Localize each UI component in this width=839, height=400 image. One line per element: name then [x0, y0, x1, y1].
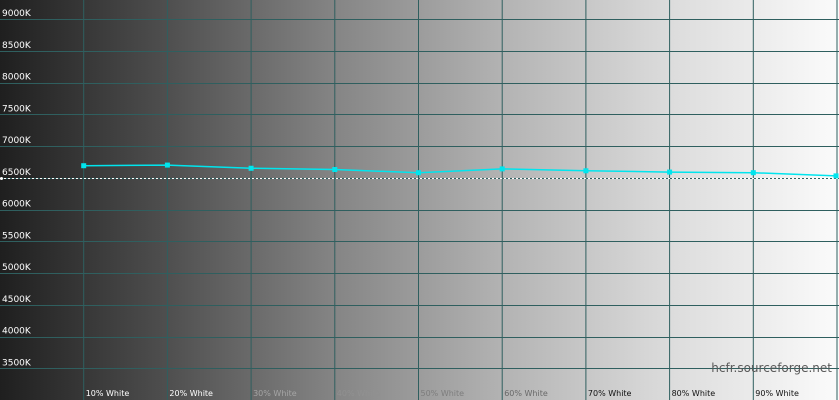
- y-tick-label: 5500K: [2, 231, 32, 241]
- y-tick-label: 9000K: [2, 9, 32, 19]
- x-tick-label: 60% White: [504, 389, 548, 398]
- chart-svg: 3500K 4000K 4500K 5000K 5500K 6000K 6500K 7000K…: [0, 0, 839, 400]
- watermark: hcfr.sourceforge.net: [711, 361, 832, 375]
- y-tick-label: 6500K: [2, 168, 32, 178]
- data-point: [332, 167, 338, 173]
- x-tick-label: 20% White: [169, 389, 213, 398]
- y-tick-label: 4000K: [2, 327, 32, 337]
- x-tick-label: 10% White: [86, 389, 130, 398]
- x-tick-label: 40% White: [337, 389, 381, 398]
- x-tick-label: 30% White: [253, 389, 297, 398]
- x-tick-label: 80% White: [672, 389, 716, 398]
- y-tick-label: 5000K: [2, 263, 32, 273]
- data-point: [833, 173, 839, 179]
- x-tick-label: 90% White: [755, 389, 799, 398]
- y-tick-label: 8500K: [2, 41, 32, 51]
- y-tick-label: 8000K: [2, 73, 32, 83]
- data-point: [499, 166, 505, 172]
- data-point: [248, 165, 254, 171]
- y-tick-label: 4500K: [2, 295, 32, 305]
- data-point: [667, 169, 673, 175]
- x-tick-label: 50% White: [421, 389, 465, 398]
- y-tick-label: 6000K: [2, 200, 32, 210]
- y-tick-label: 3500K: [2, 358, 32, 368]
- y-tick-label: 7500K: [2, 104, 32, 114]
- data-point: [164, 162, 170, 168]
- data-point: [416, 170, 421, 176]
- data-point: [583, 168, 589, 174]
- plot-background: [0, 0, 839, 400]
- chart: 3500K 4000K 4500K 5000K 5500K 6000K 6500K 7000K…: [0, 0, 839, 400]
- data-point: [81, 163, 87, 169]
- data-point: [750, 170, 756, 176]
- x-tick-label: 70% White: [588, 389, 632, 398]
- y-tick-label: 7000K: [2, 136, 32, 146]
